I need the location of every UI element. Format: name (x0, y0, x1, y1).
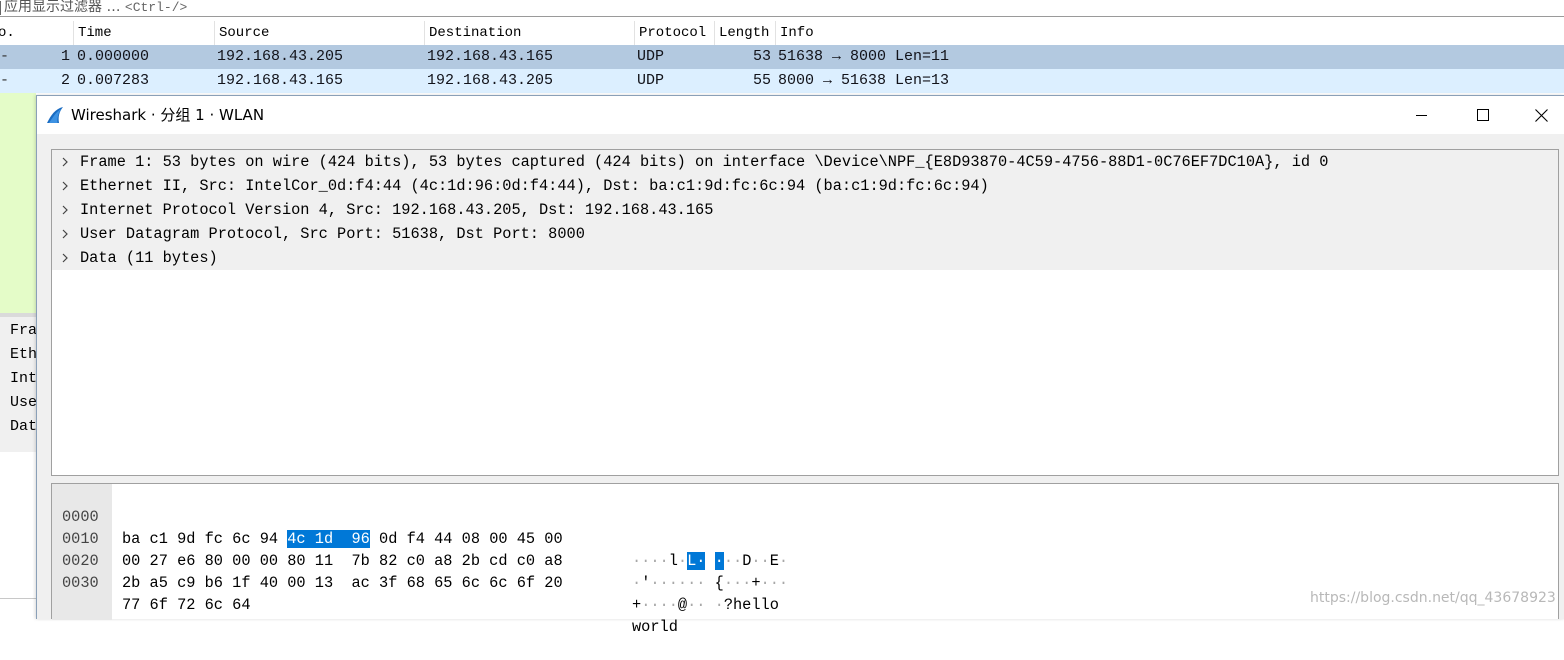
hex-bytes-part[interactable]: ba c1 9d fc 6c 94 (122, 530, 278, 548)
tree-item-label: Ethernet II, Src: IntelCor_0d:f4:44 (4c:… (80, 177, 989, 195)
window-title: Wireshark · 分组 1 · WLAN (71, 106, 265, 124)
watermark: https://blog.csdn.net/qq_43678923 (1310, 590, 1556, 606)
background-tree-item[interactable]: Use (0, 391, 36, 415)
hex-bytes[interactable]: 77 6f 72 6c 64 (122, 594, 251, 616)
hex-bytes-selected[interactable]: 4c 1d 96 (287, 530, 370, 548)
ascii-bytes[interactable]: ····l·L· ···D··E· (632, 550, 788, 572)
ascii-bytes[interactable]: world (632, 616, 678, 638)
filter-bar-edge (0, 1, 1, 15)
display-filter-bar[interactable]: 应用显示过滤器 … <Ctrl-/> (0, 0, 1564, 17)
chevron-right-icon[interactable] (60, 253, 70, 263)
tree-item-ethernet[interactable]: Ethernet II, Src: IntelCor_0d:f4:44 (4c:… (52, 174, 1558, 198)
packet-info: 8000 → 51638 Len=13 (778, 72, 950, 89)
display-filter-input[interactable]: 应用显示过滤器 … <Ctrl-/> (4, 0, 187, 16)
tree-item-label: Internet Protocol Version 4, Src: 192.16… (80, 201, 714, 219)
ascii-bytes[interactable]: +····@·· ·?hello (632, 594, 779, 616)
byte-offset: 0030 (62, 574, 99, 592)
close-icon (1534, 108, 1548, 122)
packet-no: 2 (60, 72, 70, 89)
packet-row[interactable]: - 1 0.000000 192.168.43.205 192.168.43.1… (0, 45, 1564, 69)
bytes-row: 0010 00 27 e6 80 00 00 80 11 7b 82 c0 a8… (52, 506, 788, 592)
minimize-icon (1415, 114, 1427, 116)
bytes-row: 0030 77 6f 72 6c 64 world (52, 550, 678, 636)
bytes-row: 0020 2b a5 c9 b6 1f 40 00 13 ac 3f 68 65… (52, 528, 779, 614)
packet-length: 53 (752, 48, 771, 65)
column-header-no[interactable]: o. (0, 21, 73, 45)
maximize-icon (1477, 109, 1489, 121)
close-button[interactable] (1512, 96, 1564, 134)
packet-row[interactable]: - 2 0.007283 192.168.43.165 192.168.43.2… (0, 69, 1564, 93)
background-tree-item[interactable]: Int (0, 367, 36, 391)
hex-bytes[interactable]: ba c1 9d fc 6c 94 4c 1d 96 0d f4 44 08 0… (122, 528, 563, 550)
packet-source: 192.168.43.165 (217, 72, 344, 89)
packet-length: 55 (752, 72, 771, 89)
chevron-right-icon[interactable] (60, 157, 70, 167)
packet-destination: 192.168.43.165 (427, 48, 554, 65)
window-titlebar[interactable]: Wireshark · 分组 1 · WLAN (37, 96, 1564, 134)
minimize-button[interactable] (1392, 96, 1450, 134)
packet-time: 0.007283 (77, 72, 150, 89)
packet-list-empty-area[interactable] (0, 93, 36, 313)
packet-info: 51638 → 8000 Len=11 (778, 48, 950, 65)
tree-item-label: Frame 1: 53 bytes on wire (424 bits), 53… (80, 153, 1329, 171)
hex-bytes[interactable]: 00 27 e6 80 00 00 80 11 7b 82 c0 a8 2b c… (122, 550, 563, 572)
tree-item-udp[interactable]: User Datagram Protocol, Src Port: 51638,… (52, 222, 1558, 246)
column-header-protocol[interactable]: Protocol (634, 21, 714, 45)
packet-protocol: UDP (637, 72, 665, 89)
background-divider (0, 598, 36, 599)
column-header-time[interactable]: Time (73, 21, 214, 45)
packet-protocol: UDP (637, 48, 665, 65)
bytes-row: 0000 ba c1 9d fc 6c 94 4c 1d 96 0d f4 44… (52, 484, 788, 570)
packet-source: 192.168.43.205 (217, 48, 344, 65)
packet-time: 0.000000 (77, 48, 150, 65)
tree-item-data[interactable]: Data (11 bytes) (52, 246, 1558, 270)
column-header-destination[interactable]: Destination (424, 21, 634, 45)
chevron-right-icon[interactable] (60, 181, 70, 191)
column-header-info[interactable]: Info (775, 21, 1564, 45)
background-tree-item[interactable]: Fra (0, 319, 36, 343)
tree-item-frame[interactable]: Frame 1: 53 bytes on wire (424 bits), 53… (52, 150, 1558, 174)
chevron-right-icon[interactable] (60, 205, 70, 215)
background-tree-item[interactable]: Eth (0, 343, 36, 367)
ascii-bytes[interactable]: ·'······ {···+··· (632, 572, 788, 594)
packet-details-tree: Frame 1: 53 bytes on wire (424 bits), 53… (51, 149, 1559, 476)
filter-shortcut-hint: <Ctrl-/> (124, 0, 188, 15)
packet-no: 1 (60, 48, 70, 65)
column-header-source[interactable]: Source (214, 21, 424, 45)
chevron-right-icon[interactable] (60, 229, 70, 239)
packet-window: Wireshark · 分组 1 · WLAN Frame 1: 53 byte… (36, 95, 1564, 636)
filter-placeholder-text: 应用显示过滤器 … (4, 0, 121, 15)
hex-bytes[interactable]: 2b a5 c9 b6 1f 40 00 13 ac 3f 68 65 6c 6… (122, 572, 563, 594)
tree-item-label: User Datagram Protocol, Src Port: 51638,… (80, 225, 585, 243)
maximize-button[interactable] (1454, 96, 1512, 134)
packet-destination: 192.168.43.205 (427, 72, 554, 89)
hex-bytes-part[interactable]: 0d f4 44 08 00 45 00 (370, 530, 563, 548)
packet-list-header: o. Time Source Destination Protocol Leng… (0, 21, 1564, 46)
background-tree-item[interactable]: Dat (0, 415, 36, 439)
tree-item-ipv4[interactable]: Internet Protocol Version 4, Src: 192.16… (52, 198, 1558, 222)
background-details-pane: Fra Eth Int Use Dat (0, 317, 36, 618)
column-header-length[interactable]: Length (714, 21, 775, 45)
tree-item-label: Data (11 bytes) (80, 249, 218, 267)
shark-fin-icon (47, 107, 63, 123)
